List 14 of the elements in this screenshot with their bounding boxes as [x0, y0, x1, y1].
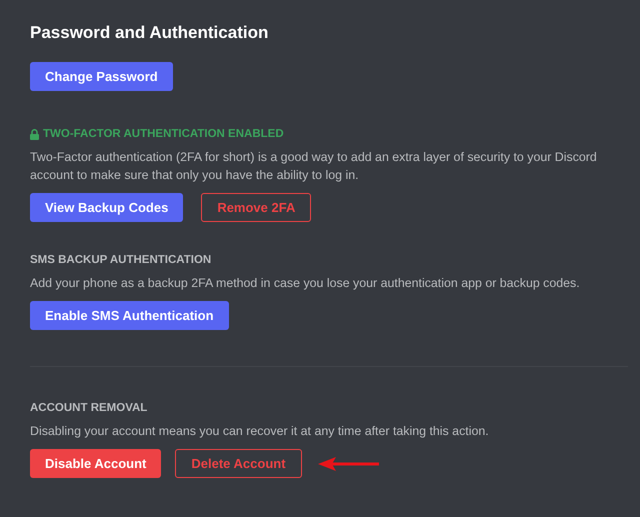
button[interactable]: Enable SMS Authentication: [30, 301, 229, 330]
section-description: Two-Factor authentication (2FA for short) is a good way to add an extra layer of security to your Discord account to make sure that only you have the ability to log in.: [30, 149, 598, 184]
button[interactable]: View Backup Codes: [30, 193, 184, 222]
section-heading: SMS BACKUP AUTHENTICATION: [30, 253, 212, 268]
section-heading: ACCOUNT REMOVAL: [30, 401, 148, 416]
lock-icon: [30, 128, 39, 140]
section-description: Add your phone as a backup 2FA method in case you lose your authentication app or backup codes.: [30, 275, 581, 292]
button[interactable]: Change Password: [30, 62, 173, 91]
page-title: Password and Authentication: [30, 22, 270, 44]
button[interactable]: Remove 2FA: [201, 193, 312, 222]
section-heading: TWO-FACTOR AUTHENTICATION ENABLED: [43, 127, 284, 142]
section-description: Disabling your account means you can recover it at any time after taking this action.: [30, 423, 490, 440]
button[interactable]: Delete Account: [175, 449, 302, 478]
button[interactable]: Disable Account: [30, 449, 162, 478]
